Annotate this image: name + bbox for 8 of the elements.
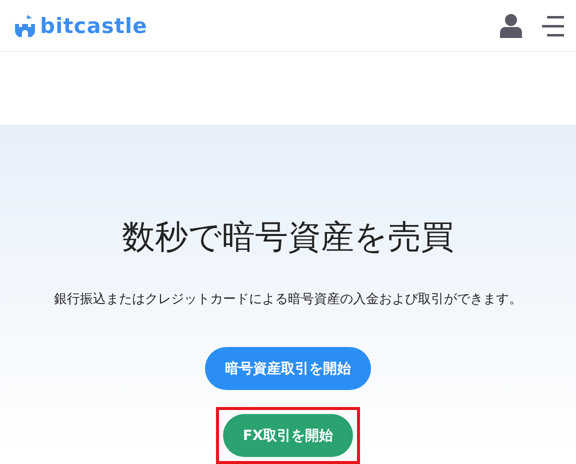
hero-title: 数秒で暗号資産を売買	[122, 216, 454, 258]
user-icon[interactable]	[500, 12, 522, 38]
menu-icon[interactable]	[542, 14, 566, 38]
logo-text[interactable]: bitcastle	[40, 14, 148, 38]
start-trading-button[interactable]: 暗号資産取引を開始	[205, 347, 371, 390]
castle-logo-icon	[14, 14, 36, 38]
start-trading-button[interactable]: FX取引を開始	[222, 414, 354, 457]
hero-subtitle: 銀行振込またはクレジットカードによる暗号資産の入金および取引ができます。	[54, 291, 522, 308]
